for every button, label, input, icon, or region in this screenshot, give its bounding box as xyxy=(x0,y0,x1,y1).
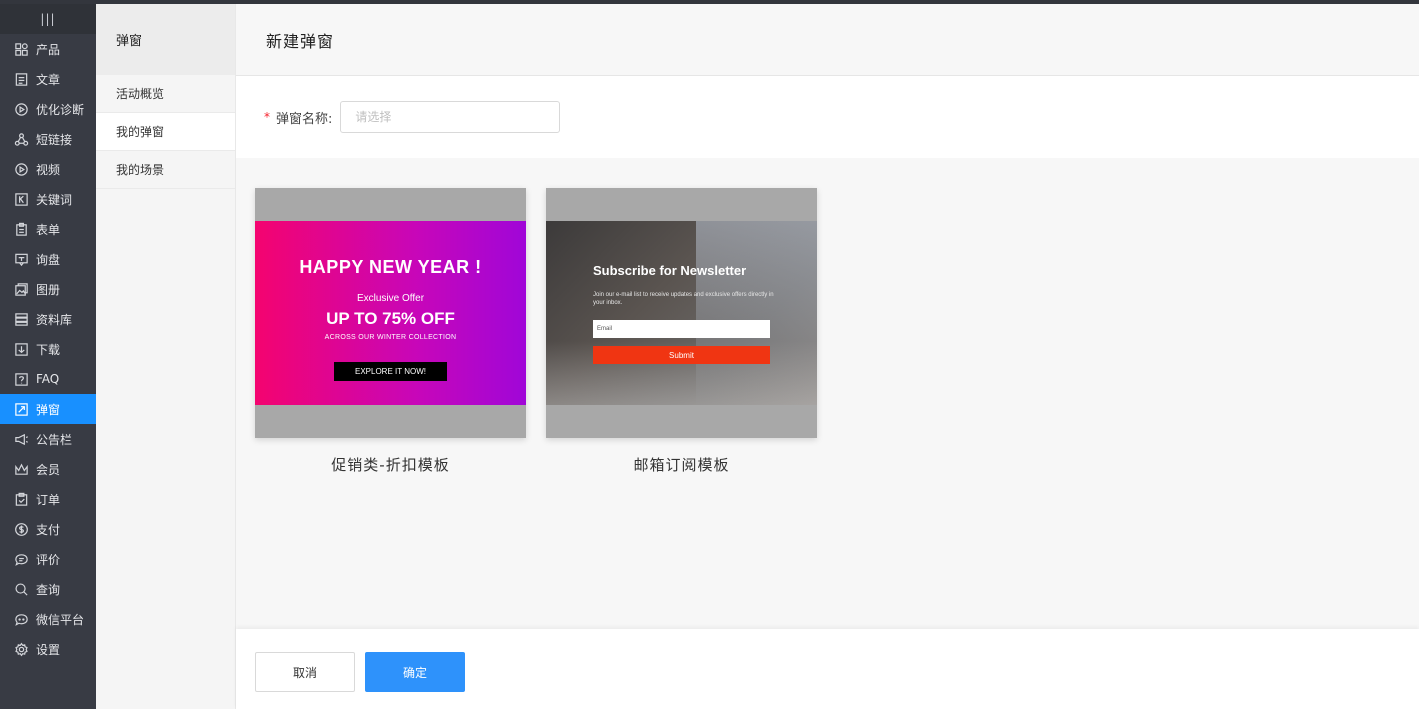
newsletter-title: Subscribe for Newsletter xyxy=(593,263,747,278)
sidebar-item-label: 关键词 xyxy=(36,192,73,207)
promo-caption: ACROSS OUR WINTER COLLECTION xyxy=(324,334,457,341)
sidebar-item-label: 表单 xyxy=(36,222,61,237)
newsletter-preview: Subscribe for Newsletter Join our e-mail… xyxy=(546,221,817,405)
sidebar-item-forms[interactable]: 表单 xyxy=(0,214,96,244)
library-icon xyxy=(13,311,29,327)
page-title: 新建弹窗 xyxy=(236,4,1419,76)
grid-icon xyxy=(13,41,29,57)
promo-title: HAPPY NEW YEAR ! xyxy=(299,257,482,277)
promo-subtitle: Exclusive Offer xyxy=(356,293,425,304)
share-icon xyxy=(13,131,29,147)
faq-icon xyxy=(13,371,29,387)
sidebar-item-videos[interactable]: 视频 xyxy=(0,154,96,184)
sub-sidebar: 弹窗 活动概览 我的弹窗 我的场景 xyxy=(96,4,236,709)
subnav-item-my-popups[interactable]: 我的弹窗 xyxy=(96,113,235,151)
sidebar-item-popups[interactable]: 弹窗 xyxy=(0,394,96,424)
sidebar-item-short-links[interactable]: 短链接 xyxy=(0,124,96,154)
sidebar-item-label: 文章 xyxy=(36,72,61,87)
sidebar-item-reviews[interactable]: 评价 xyxy=(0,544,96,574)
sidebar-item-label: 订单 xyxy=(36,492,61,507)
article-icon xyxy=(13,71,29,87)
megaphone-icon xyxy=(13,431,29,447)
sidebar-item-inquiries[interactable]: 询盘 xyxy=(0,244,96,274)
sidebar-item-members[interactable]: 会员 xyxy=(0,454,96,484)
popup-name-label: 弹窗名称: xyxy=(276,111,333,127)
confirm-button[interactable]: 确定 xyxy=(365,652,465,692)
sidebar-item-label: 视频 xyxy=(36,162,61,177)
sidebar-item-label: 产品 xyxy=(36,42,61,57)
sidebar-item-wechat[interactable]: 微信平台 xyxy=(0,604,96,634)
sidebar-item-keywords[interactable]: 关键词 xyxy=(0,184,96,214)
sidebar-item-label: 评价 xyxy=(36,552,61,567)
cancel-button[interactable]: 取消 xyxy=(255,652,355,692)
video-icon xyxy=(13,161,29,177)
popup-name-row: * 弹窗名称: xyxy=(236,76,1419,158)
template-name: 邮箱订阅模板 xyxy=(633,456,730,474)
sidebar-item-albums[interactable]: 图册 xyxy=(0,274,96,304)
comment-icon xyxy=(13,551,29,567)
template-email-subscribe[interactable]: Subscribe for Newsletter Join our e-mail… xyxy=(546,188,817,475)
template-preview-card[interactable]: Subscribe for Newsletter Join our e-mail… xyxy=(546,188,817,438)
form-icon xyxy=(13,221,29,237)
promo-explore-button: EXPLORE IT NOW! xyxy=(334,362,447,381)
sidebar-item-label: 下载 xyxy=(36,342,61,357)
template-promo-discount[interactable]: HAPPY NEW YEAR ! Exclusive Offer UP TO 7… xyxy=(255,188,526,475)
sidebar-item-products[interactable]: 产品 xyxy=(0,34,96,64)
subnav-item-activity-overview[interactable]: 活动概览 xyxy=(96,75,235,113)
sidebar-item-label: 询盘 xyxy=(36,252,61,267)
sidebar-item-query[interactable]: 查询 xyxy=(0,574,96,604)
sidebar-item-faq[interactable]: FAQ xyxy=(0,364,96,394)
newsletter-submit-button: Submit xyxy=(593,346,770,364)
sidebar-item-label: 公告栏 xyxy=(36,432,73,447)
sidebar-item-label: 资料库 xyxy=(36,312,73,327)
sidebar-item-payments[interactable]: 支付 xyxy=(0,514,96,544)
promo-preview: HAPPY NEW YEAR ! Exclusive Offer UP TO 7… xyxy=(255,221,526,405)
sidebar-item-label: 弹窗 xyxy=(36,402,61,417)
template-name: 促销类-折扣模板 xyxy=(331,456,450,474)
sidebar-item-label: 短链接 xyxy=(36,132,73,147)
sidebar-item-label: 会员 xyxy=(36,462,61,477)
dollar-icon xyxy=(13,521,29,537)
sidebar-item-articles[interactable]: 文章 xyxy=(0,64,96,94)
sidebar-item-label: 设置 xyxy=(36,642,61,657)
album-icon xyxy=(13,281,29,297)
crown-icon xyxy=(13,461,29,477)
keyword-icon xyxy=(13,191,29,207)
sidebar-item-seo-diagnosis[interactable]: 优化诊断 xyxy=(0,94,96,124)
main-content: 新建弹窗 * 弹窗名称: HAPPY NEW YEAR ! Exclusive … xyxy=(236,4,1419,709)
sidebar-item-label: 支付 xyxy=(36,522,61,537)
sidebar-item-label: 微信平台 xyxy=(36,612,85,627)
sidebar-item-label: 查询 xyxy=(36,582,61,597)
order-icon xyxy=(13,491,29,507)
newsletter-text: Join our e-mail list to receive updates … xyxy=(593,292,774,306)
search-icon xyxy=(13,581,29,597)
popup-name-input[interactable] xyxy=(340,101,561,133)
template-preview-card[interactable]: HAPPY NEW YEAR ! Exclusive Offer UP TO 7… xyxy=(255,188,526,438)
popup-icon xyxy=(13,401,29,417)
newsletter-email-field: Email xyxy=(593,320,770,338)
sidebar-item-label: 优化诊断 xyxy=(36,102,85,117)
subnav-item-my-scenes[interactable]: 我的场景 xyxy=(96,151,235,189)
sidebar-item-orders[interactable]: 订单 xyxy=(0,484,96,514)
main-sidebar: ||| 产品 文章 优化诊断 短链接 视频 关键词 表单 询盘 图册 资料库 下… xyxy=(0,4,96,709)
footer-bar: 取消 确定 xyxy=(236,629,1419,709)
required-mark: * xyxy=(264,110,270,124)
wechat-icon xyxy=(13,611,29,627)
sidebar-item-label: FAQ xyxy=(36,372,60,386)
template-list: HAPPY NEW YEAR ! Exclusive Offer UP TO 7… xyxy=(255,188,817,475)
inquiry-icon xyxy=(13,251,29,267)
download-icon xyxy=(13,341,29,357)
sidebar-item-library[interactable]: 资料库 xyxy=(0,304,96,334)
sidebar-item-announcements[interactable]: 公告栏 xyxy=(0,424,96,454)
gear-icon xyxy=(13,641,29,657)
subnav-title: 弹窗 xyxy=(96,4,235,75)
sidebar-toggle-handle[interactable]: ||| xyxy=(0,4,96,34)
promo-headline: UP TO 75% OFF xyxy=(326,309,455,328)
sidebar-item-label: 图册 xyxy=(36,282,61,297)
sidebar-item-downloads[interactable]: 下载 xyxy=(0,334,96,364)
play-circle-icon xyxy=(13,101,29,117)
sidebar-item-settings[interactable]: 设置 xyxy=(0,634,96,664)
